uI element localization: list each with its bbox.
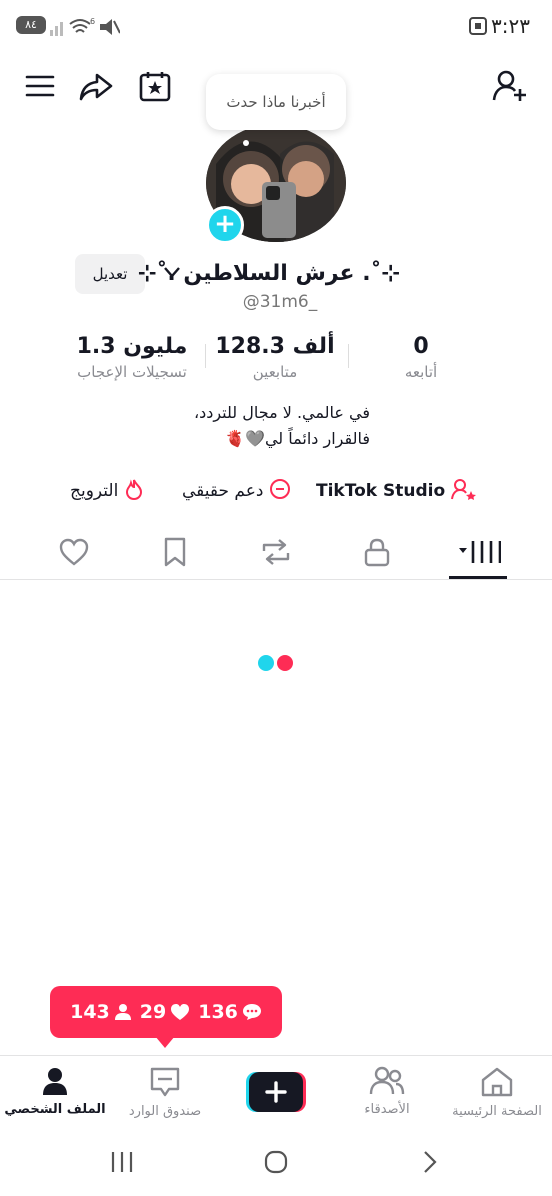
loading-dot-red [277,655,293,671]
bookmark-icon [164,537,186,567]
thought-bubble-tail [243,140,249,146]
create-button[interactable] [246,1072,306,1112]
bottom-nav: الملف الشخصي صندوق الوارد الأصدقاء الصفح… [0,1055,552,1130]
promote-link[interactable]: الترويج [70,476,144,506]
username: @31m6_ [242,292,318,312]
profile-name[interactable]: ⊹˚. عرش السلاطين .˚⊹ [138,256,400,292]
activity-notification[interactable]: 143 29 136 [50,986,282,1038]
clock: ٣:٢٣ [491,14,530,38]
tiktok-studio-link[interactable]: TikTok Studio [316,476,477,506]
screenshot-icon [469,17,487,35]
calendar-star-icon[interactable] [135,66,175,106]
repost-icon [262,539,290,565]
add-friend-icon[interactable] [490,66,530,106]
stat-divider [348,344,349,368]
share-icon[interactable] [76,66,116,106]
person-icon [114,1004,131,1020]
lock-icon [364,538,390,567]
inbox-icon [150,1067,180,1097]
thought-bubble[interactable]: أخبرنا ماذا حدث [206,74,346,130]
followers-count: 143 [70,1001,132,1023]
home-icon [481,1067,513,1097]
tab-videos[interactable] [448,530,508,574]
status-bar: ٨٤ 6 ٣:٢٣ [0,0,552,52]
menu-icon[interactable] [20,66,60,106]
nav-profile[interactable]: الملف الشخصي [0,1066,110,1117]
signal-icons: 6 [50,17,120,36]
loading-dot-cyan [258,655,274,671]
heart-outline-icon [59,538,89,566]
person-star-icon [451,479,477,500]
recent-apps-icon[interactable] [110,1150,134,1174]
home-button-icon[interactable] [264,1150,288,1174]
likes-count: 29 [140,1001,190,1023]
edit-profile-button[interactable]: تعديل [75,254,145,294]
followers-stat[interactable]: 128.3 ألف متابعين [210,334,340,381]
support-link[interactable]: دعم حقيقي [182,476,291,506]
nav-home[interactable]: الصفحة الرئيسية [442,1066,552,1119]
comments-count: 136 [198,1001,262,1023]
system-nav-bar [0,1130,552,1196]
chevron-down-icon[interactable] [162,264,182,280]
tab-reposts[interactable] [246,530,306,574]
profile-filled-icon [43,1068,67,1095]
tab-private[interactable] [347,530,407,574]
nav-inbox[interactable]: صندوق الوارد [110,1066,220,1119]
tab-saved[interactable] [145,530,205,574]
nav-friends[interactable]: الأصدقاء [332,1066,442,1117]
add-story-button[interactable]: + [206,206,244,244]
following-stat[interactable]: 0 أتابعه [376,334,466,381]
battery-indicator: ٨٤ [16,16,46,34]
svg-text:6: 6 [90,17,95,26]
back-icon[interactable] [420,1150,440,1174]
chat-heart-icon [269,479,290,499]
likes-stat[interactable]: 1.3 مليون تسجيلات الإعجاب [62,334,202,381]
friends-icon [369,1066,405,1095]
flame-icon [125,479,142,501]
videos-grid-icon [459,541,501,563]
tab-liked[interactable] [44,530,104,574]
heart-icon [171,1004,190,1020]
stat-divider [205,344,206,368]
notification-tail [155,1036,175,1048]
comment-icon [242,1004,261,1020]
plus-icon [246,1072,306,1112]
tabs-divider [0,579,552,580]
profile-bio: في عالمي. لا مجال للتردد، فالقرار دائماً… [193,403,370,448]
